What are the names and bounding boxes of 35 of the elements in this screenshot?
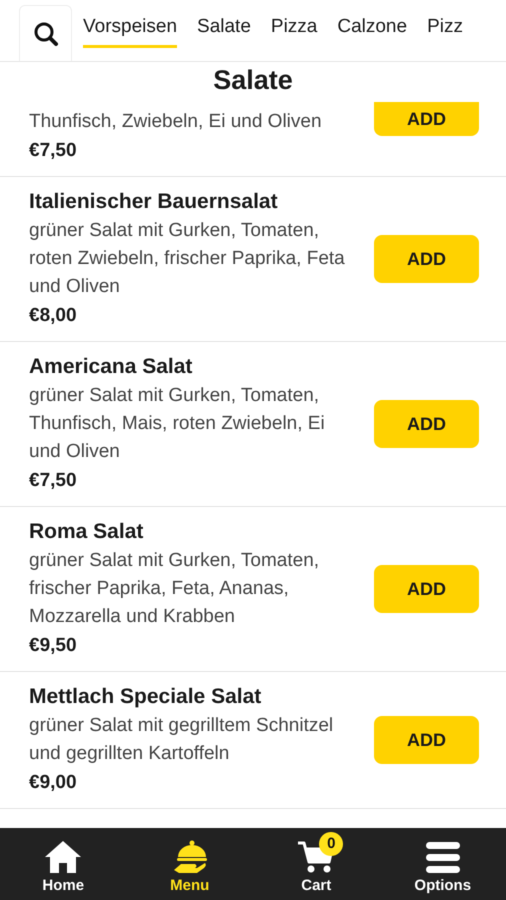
item-description: grüner Salat mit Gurken, Tomaten, Thunfisch, Mais, roten Zwiebeln, Ei und Oliven — [29, 384, 326, 464]
category-tab[interactable]: Pizz — [427, 12, 463, 48]
item-description: Thunfisch, Zwiebeln, Ei und Oliven — [29, 110, 323, 134]
item-name: Americana Salat — [29, 354, 194, 380]
nav-tab[interactable]: Home — [0, 828, 126, 900]
add-button[interactable]: ADD — [374, 565, 479, 613]
add-button[interactable]: ADD — [374, 102, 479, 136]
section-title: Salate — [212, 64, 294, 97]
item-description: grüner Salat mit Gurken, Tomaten, frischer Paprika, Feta, Ananas, Mozzarella und Krabben — [29, 549, 320, 629]
cart-count-badge: 0 — [319, 832, 344, 856]
serving-cloche-icon — [172, 840, 207, 874]
nav-tab[interactable]: Cart 0 — [253, 828, 380, 900]
search-icon — [32, 20, 58, 46]
item-price: €7,50 — [29, 469, 78, 493]
home-icon — [44, 840, 82, 874]
category-tab[interactable]: Salate — [197, 12, 251, 48]
category-tab[interactable]: Vorspeisen — [83, 12, 178, 48]
add-button[interactable]: ADD — [374, 400, 479, 448]
item-description: grüner Salat mit gegrilltem Schnitzel und gegrillten Kartoffeln — [29, 714, 334, 766]
item-description: grüner Salat mit Gurken, Tomaten, roten Zwiebeln, frischer Paprika, Feta und Oliven — [29, 219, 346, 299]
item-price: €9,00 — [29, 771, 78, 795]
item-name: Roma Salat — [29, 519, 144, 545]
category-tab[interactable]: Calzone — [337, 12, 408, 48]
item-price: €9,50 — [29, 634, 78, 658]
add-button[interactable]: ADD — [374, 235, 479, 283]
nav-tab[interactable]: Options — [380, 828, 506, 900]
item-name: Mettlach Speciale Salat — [29, 684, 262, 710]
item-price: €7,50 — [29, 139, 78, 163]
menu-icon — [424, 840, 461, 874]
category-tab[interactable]: Pizza — [270, 12, 318, 48]
item-price: €8,00 — [29, 304, 78, 328]
add-button[interactable]: ADD — [374, 716, 479, 764]
search-button[interactable] — [19, 5, 72, 61]
nav-tab[interactable]: Menu — [126, 828, 253, 900]
item-name: Italienischer Bauernsalat — [29, 189, 279, 215]
